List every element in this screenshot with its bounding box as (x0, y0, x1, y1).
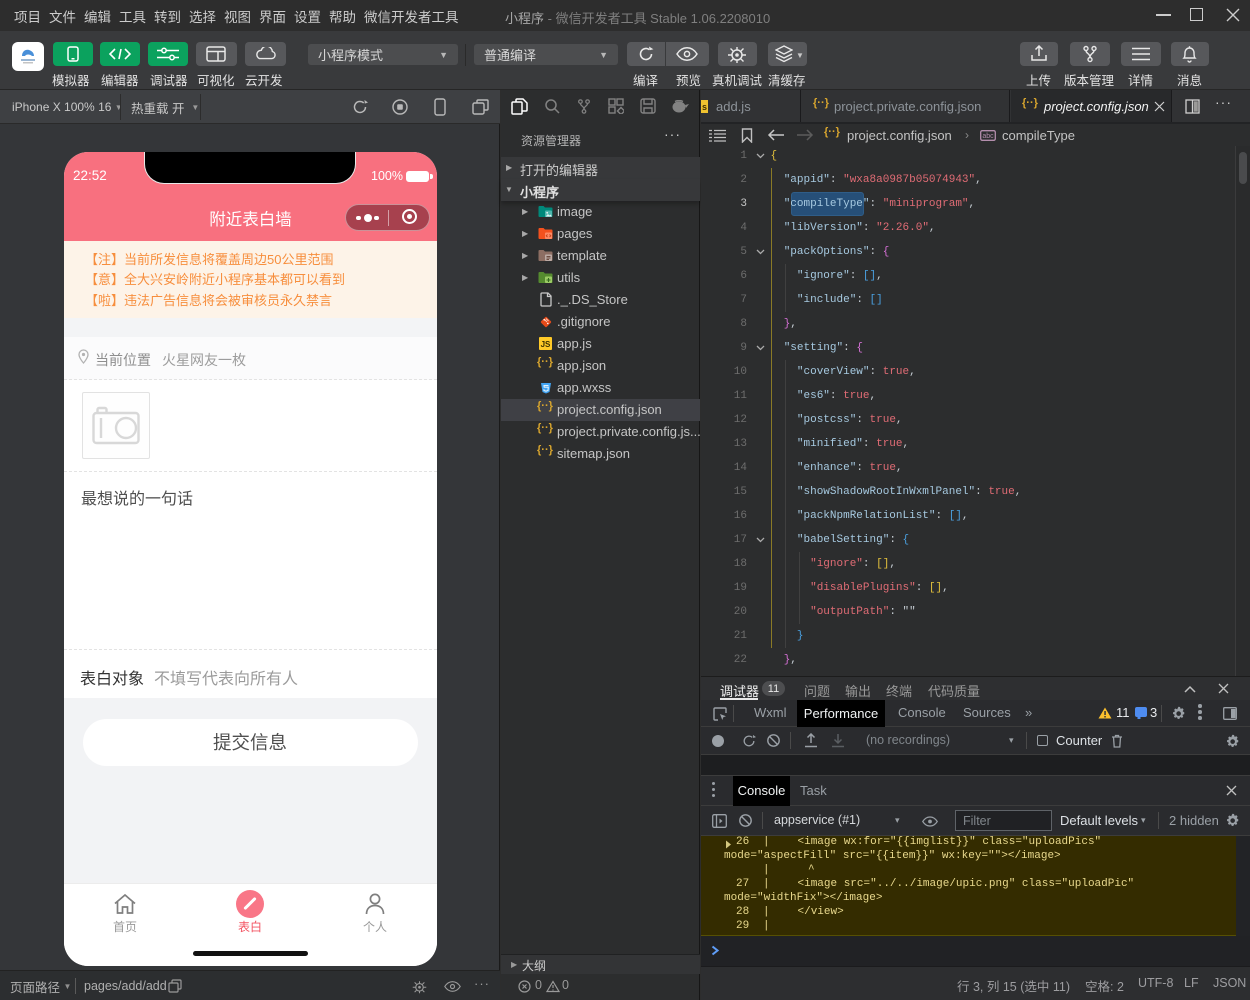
svg-text:JS: JS (541, 340, 551, 349)
svg-text:abc: abc (982, 133, 994, 140)
